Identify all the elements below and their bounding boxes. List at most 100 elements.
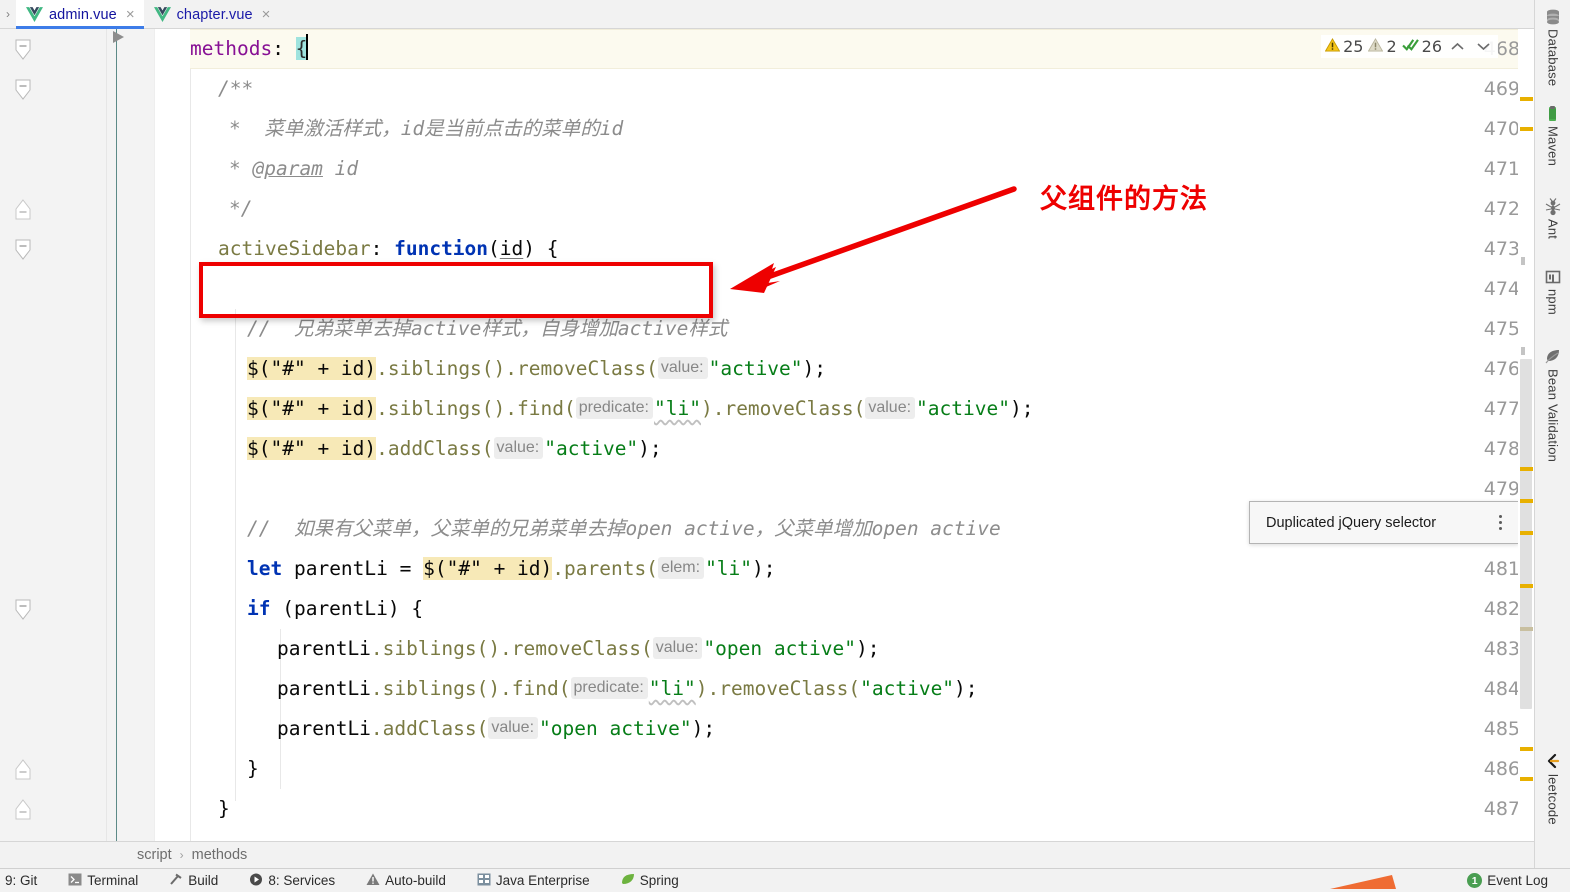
code-token-close-brace: } [218, 797, 230, 820]
java-enterprise-icon [477, 873, 491, 889]
sidebar-item-npm[interactable]: npm [1535, 268, 1570, 315]
code-token-jsdoc-arg: id [322, 157, 359, 180]
statusbar-item-label: Auto-build [385, 873, 446, 888]
code-token-string: "open active" [703, 637, 857, 660]
sidebar-item-leetcode[interactable]: leetcode [1535, 753, 1570, 825]
inspection-tooltip-popup[interactable]: Duplicated jQuery selector [1249, 501, 1519, 544]
event-log-badge: 1 [1467, 873, 1483, 888]
code-line-469: /** [218, 69, 253, 109]
fold-marker-collapse[interactable] [13, 229, 35, 269]
code-token-chain: .addClass( [376, 437, 494, 460]
statusbar-item-label: Java Enterprise [495, 873, 590, 888]
weak-warning-count-group[interactable]: 2 [1368, 37, 1397, 56]
code-token-methods: methods [190, 37, 273, 60]
warning-marker[interactable] [1520, 531, 1533, 535]
sidebar-item-label: npm [1545, 289, 1561, 315]
code-token-line-end: ); [638, 437, 662, 460]
sidebar-item-ant[interactable]: Ant [1535, 198, 1570, 239]
code-token-colon: : [370, 237, 395, 260]
tab-list-arrow[interactable]: › [0, 0, 16, 28]
fold-marker-collapse[interactable] [13, 29, 35, 69]
change-marker[interactable] [1521, 347, 1525, 355]
code-token-keyword-let: let [247, 557, 283, 580]
npm-icon [1544, 268, 1562, 286]
code-token-method-name: activeSidebar [218, 237, 371, 260]
warning-marker[interactable] [1520, 499, 1533, 503]
code-line-484: parentLi.siblings().find(predicate: "li")… [277, 669, 978, 709]
statusbar-item-label: Spring [639, 873, 679, 888]
code-token-line-end: ); [856, 637, 880, 660]
statusbar-item-auto-build[interactable]: Auto-build [348, 873, 459, 889]
breadcrumb-separator: › [179, 848, 184, 862]
inlay-hint-value: value: [493, 437, 544, 459]
statusbar-item-event-log[interactable]: 1 Event Log [1467, 873, 1570, 888]
code-token-string-2: "active" [860, 677, 955, 700]
sidebar-item-maven[interactable]: Maven [1535, 105, 1570, 166]
warning-count-group[interactable]: 25 [1324, 37, 1363, 56]
editor-tab-bar: › admin.vue × chapter.vue × [0, 0, 1534, 29]
statusbar-item-spring[interactable]: Spring [603, 873, 692, 889]
build-hammer-icon [169, 873, 183, 889]
code-token-comment-open: /** [218, 77, 254, 100]
code-token-variable: parentLi [277, 637, 371, 660]
info-marker[interactable] [1520, 627, 1533, 631]
inlay-hint-value: value: [652, 637, 703, 659]
text-caret [306, 34, 309, 60]
line-number-gutter [0, 29, 107, 841]
statusbar-item-git[interactable]: 9: Git [0, 873, 50, 888]
fold-marker-end[interactable] [13, 749, 35, 789]
fold-marker-end[interactable] [13, 189, 35, 229]
code-token-string: "open active" [539, 717, 692, 740]
code-token-comment: // 兄弟菜单去掉active样式，自身增加active样式 [247, 317, 728, 340]
warning-marker[interactable] [1520, 97, 1533, 101]
warning-marker[interactable] [1520, 777, 1533, 781]
inlay-hint-elem: elem: [657, 557, 705, 579]
inlay-hint-predicate: predicate: [575, 397, 653, 419]
statusbar-item-services[interactable]: 8: Services [231, 873, 348, 889]
close-icon[interactable]: × [259, 7, 271, 22]
warning-marker[interactable] [1520, 747, 1533, 751]
tab-chapter-vue[interactable]: chapter.vue × [144, 0, 280, 29]
warning-marker[interactable] [1520, 584, 1533, 588]
breadcrumb[interactable]: script › methods [0, 841, 1534, 868]
code-editor[interactable]: 468 469 470 471 472 473 474 475 476 477 … [0, 29, 1534, 841]
fold-marker-collapse[interactable] [13, 589, 35, 629]
close-icon[interactable]: × [123, 7, 135, 22]
breadcrumb-item-script[interactable]: script [137, 847, 172, 863]
warning-marker[interactable] [1520, 127, 1533, 131]
code-token-jsdoc-param: @param [252, 157, 323, 180]
sidebar-item-bean-validation[interactable]: Bean Validation [1535, 348, 1570, 462]
warning-triangle-icon [1324, 37, 1341, 56]
services-play-icon [249, 873, 263, 889]
right-tool-window-bar: Database Maven Ant npm Bean Validation l… [1534, 0, 1570, 868]
code-token-chain: .siblings().find( [370, 677, 571, 700]
statusbar-item-terminal[interactable]: Terminal [50, 873, 151, 889]
code-folding-gutter[interactable] [107, 29, 154, 841]
vue-icon [153, 7, 171, 22]
sidebar-item-database[interactable]: Database [1535, 8, 1570, 86]
code-token-jquery-selector: $("#" + id) [247, 437, 377, 460]
breadcrumb-item-methods[interactable]: methods [192, 847, 248, 863]
chevron-down-icon[interactable] [1473, 38, 1494, 56]
statusbar-item-build[interactable]: Build [151, 873, 231, 889]
tab-admin-vue[interactable]: admin.vue × [16, 0, 144, 29]
sidebar-item-label: leetcode [1545, 774, 1561, 825]
inspection-status-widget[interactable]: 25 2 26 [1321, 35, 1498, 58]
change-marker[interactable] [1521, 257, 1525, 265]
inlay-hint-predicate: predicate: [570, 677, 648, 699]
code-token-line-end: ); [752, 557, 776, 580]
code-line-486: } [247, 749, 259, 789]
statusbar-item-java-enterprise[interactable]: Java Enterprise [459, 873, 603, 889]
kebab-menu-icon[interactable] [1493, 513, 1508, 532]
code-text-area[interactable]: methods: { /** * 菜单激活样式，id是当前点击的菜单的id * … [190, 29, 1534, 841]
chevron-up-icon[interactable] [1447, 38, 1468, 56]
editor-marker-scrollbar[interactable] [1518, 29, 1534, 841]
warning-marker[interactable] [1520, 467, 1533, 471]
code-token-colon: : [272, 37, 296, 60]
fold-marker-collapse[interactable] [13, 69, 35, 109]
fold-marker-end[interactable] [13, 789, 35, 829]
expand-triangle-icon[interactable] [112, 31, 125, 47]
weak-warning-count: 2 [1386, 37, 1397, 56]
ok-count-group[interactable]: 26 [1401, 37, 1442, 56]
code-token-line-end: ); [1009, 397, 1034, 420]
